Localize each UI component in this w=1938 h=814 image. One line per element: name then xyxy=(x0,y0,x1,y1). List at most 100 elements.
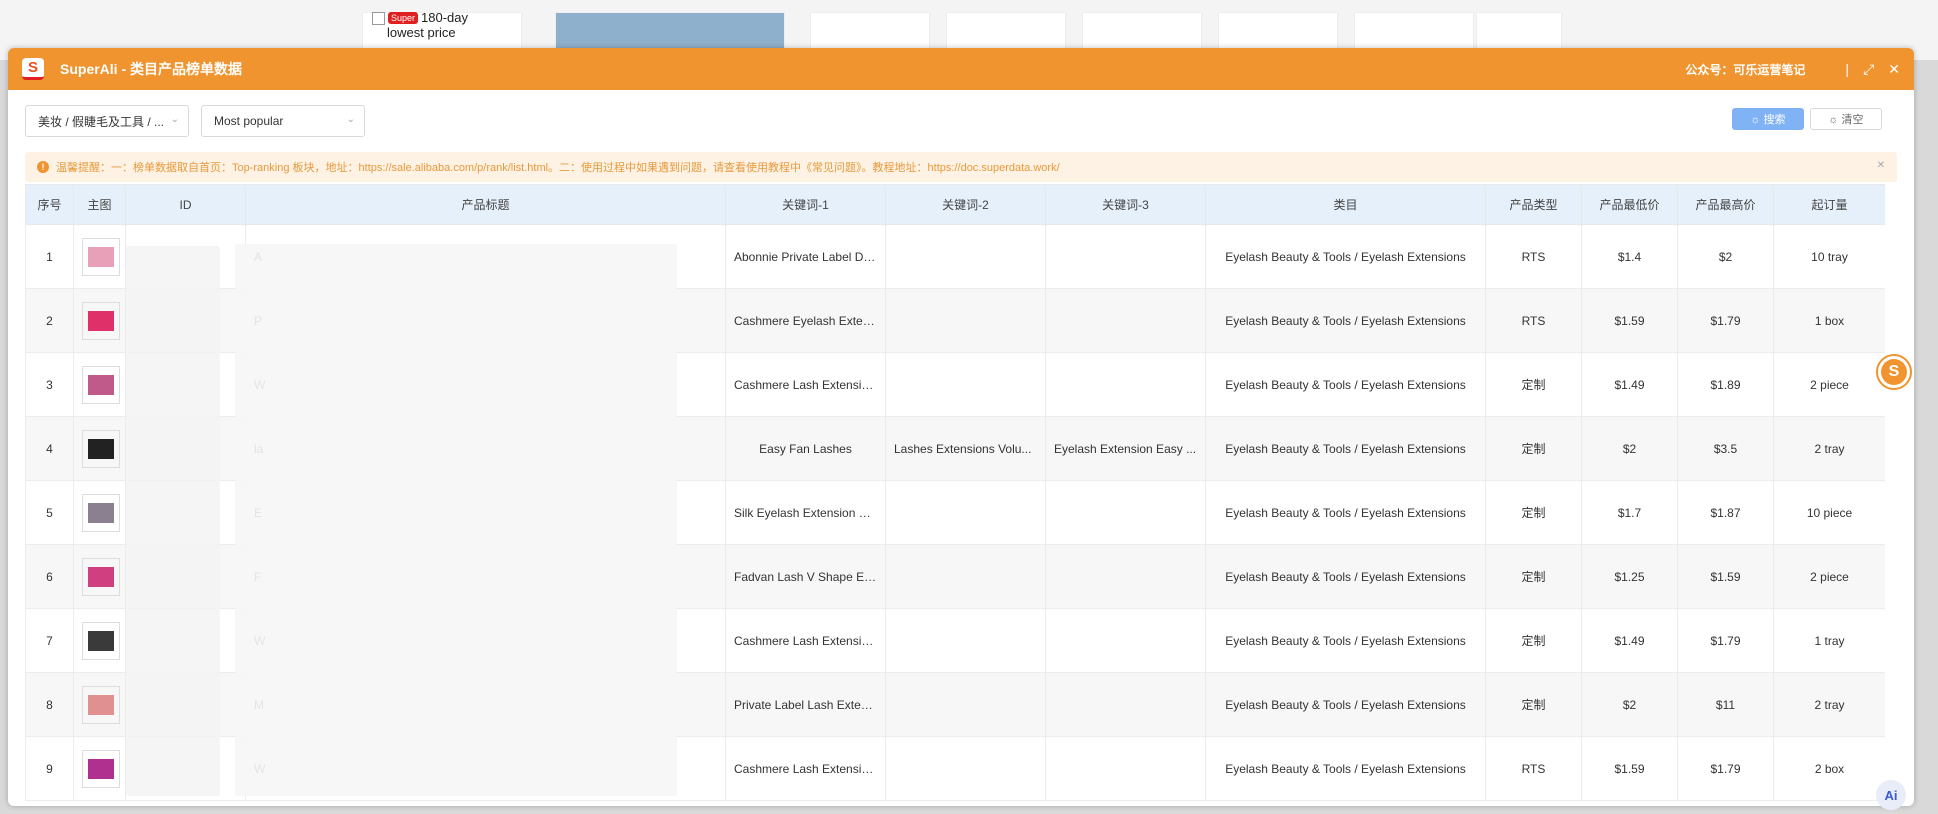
bg-checkbox[interactable] xyxy=(372,12,385,25)
category-cell: Eyelash Beauty & Tools / Eyelash Extensi… xyxy=(1205,224,1486,289)
row-number-cell: 1 xyxy=(25,224,74,289)
product-type-cell: 定制 xyxy=(1485,480,1582,545)
public-account-label: 公众号：可乐运营笔记 xyxy=(1685,62,1806,77)
keyword-1-cell: Private Label Lash Exten... xyxy=(725,672,886,737)
fullscreen-icon[interactable]: ⤢ xyxy=(1863,61,1874,78)
col-header[interactable]: 产品最高价 xyxy=(1677,184,1774,225)
product-image[interactable] xyxy=(82,365,120,404)
product-image[interactable] xyxy=(82,621,120,660)
min-price-cell: $1.25 xyxy=(1581,544,1678,609)
product-image-fill xyxy=(88,374,114,395)
col-header[interactable]: 产品类型 xyxy=(1485,184,1582,225)
product-type-cell: RTS xyxy=(1485,224,1582,289)
category-cell: Eyelash Beauty & Tools / Eyelash Extensi… xyxy=(1205,480,1486,545)
col-header[interactable]: 关键词-2 xyxy=(885,184,1046,225)
product-image[interactable] xyxy=(82,685,120,724)
category-select[interactable]: 美妆 / 假睫毛及工具 / ... ⌄ xyxy=(25,105,189,137)
keyword-3-cell xyxy=(1045,352,1206,417)
product-image[interactable] xyxy=(82,429,120,468)
col-header[interactable]: 序号 xyxy=(25,184,74,225)
product-image[interactable] xyxy=(82,749,120,788)
keyword-1-cell: Cashmere Lash Extensio... xyxy=(725,352,886,417)
moq-cell: 2 tray xyxy=(1773,416,1885,481)
moq-cell: 2 piece xyxy=(1773,544,1885,609)
keyword-3-cell xyxy=(1045,672,1206,737)
max-price-cell: $2 xyxy=(1677,224,1774,289)
product-image[interactable] xyxy=(82,301,120,340)
category-cell: Eyelash Beauty & Tools / Eyelash Extensi… xyxy=(1205,736,1486,801)
keyword-1-cell: Fadvan Lash V Shape Elli... xyxy=(725,544,886,609)
superali-float-button[interactable]: S xyxy=(1876,354,1912,390)
keyword-2-cell xyxy=(885,352,1046,417)
keyword-1-cell: Easy Fan Lashes xyxy=(725,416,886,481)
keyword-2-cell xyxy=(885,224,1046,289)
product-image-fill xyxy=(88,694,114,715)
keyword-1-cell: Cashmere Lash Extensio... xyxy=(725,736,886,801)
redacted-id-area xyxy=(126,246,220,796)
keyword-2-cell xyxy=(885,672,1046,737)
product-image-fill xyxy=(88,566,114,587)
keyword-3-cell: Eyelash Extension Easy ... xyxy=(1045,416,1206,481)
col-header[interactable]: 类目 xyxy=(1205,184,1486,225)
notice-close-icon[interactable]: ✕ xyxy=(1877,160,1885,171)
category-cell: Eyelash Beauty & Tools / Eyelash Extensi… xyxy=(1205,608,1486,673)
col-header[interactable]: 关键词-3 xyxy=(1045,184,1206,225)
col-header[interactable]: 产品标题 xyxy=(245,184,726,225)
col-header[interactable]: ID xyxy=(125,184,246,225)
product-image[interactable] xyxy=(82,493,120,532)
product-image-fill xyxy=(88,310,114,331)
product-type-cell: 定制 xyxy=(1485,608,1582,673)
keyword-3-cell xyxy=(1045,544,1206,609)
product-image-fill xyxy=(88,502,114,523)
divider-icon: | xyxy=(1845,61,1850,77)
product-image[interactable] xyxy=(82,237,120,276)
chevron-down-icon: ⌄ xyxy=(346,114,355,125)
thumbnail-cell xyxy=(73,416,126,481)
keyword-3-cell xyxy=(1045,608,1206,673)
keyword-3-cell xyxy=(1045,288,1206,353)
moq-cell: 10 tray xyxy=(1773,224,1885,289)
thumbnail-cell xyxy=(73,544,126,609)
min-price-cell: $1.7 xyxy=(1581,480,1678,545)
keyword-1-cell: Silk Eyelash Extension Pr... xyxy=(725,480,886,545)
max-price-cell: $1.79 xyxy=(1677,288,1774,353)
close-icon[interactable]: ✕ xyxy=(1888,61,1900,78)
keyword-2-cell xyxy=(885,288,1046,353)
keyword-3-cell xyxy=(1045,736,1206,801)
redacted-title-area xyxy=(235,244,677,796)
product-type-cell: 定制 xyxy=(1485,416,1582,481)
row-number-cell: 7 xyxy=(25,608,74,673)
category-cell: Eyelash Beauty & Tools / Eyelash Extensi… xyxy=(1205,352,1486,417)
keyword-1-cell: Cashmere Lash Extensio... xyxy=(725,608,886,673)
col-header[interactable]: 关键词-1 xyxy=(725,184,886,225)
keyword-1-cell: Abonnie Private Label Da... xyxy=(725,224,886,289)
moq-cell: 1 box xyxy=(1773,288,1885,353)
moq-cell: 10 piece xyxy=(1773,480,1885,545)
product-type-cell: RTS xyxy=(1485,736,1582,801)
col-header[interactable]: 产品最低价 xyxy=(1581,184,1678,225)
category-cell: Eyelash Beauty & Tools / Eyelash Extensi… xyxy=(1205,544,1486,609)
min-price-cell: $1.4 xyxy=(1581,224,1678,289)
product-type-cell: 定制 xyxy=(1485,544,1582,609)
keyword-2-cell xyxy=(885,544,1046,609)
bg-super-badge: Super xyxy=(388,12,419,24)
notice-banner: ! 温馨提醒：一：榜单数据取自首页：Top-ranking 板块，地址：http… xyxy=(25,152,1897,182)
keyword-2-cell xyxy=(885,480,1046,545)
product-image-fill xyxy=(88,438,114,459)
moq-cell: 2 piece xyxy=(1773,352,1885,417)
row-number-cell: 2 xyxy=(25,288,74,353)
min-price-cell: $1.49 xyxy=(1581,352,1678,417)
window-title: SuperAli - 类目产品榜单数据 xyxy=(60,61,243,77)
product-type-cell: 定制 xyxy=(1485,352,1582,417)
col-header[interactable]: 起订量 xyxy=(1773,184,1885,225)
col-header[interactable]: 主图 xyxy=(73,184,126,225)
product-image[interactable] xyxy=(82,557,120,596)
search-button[interactable]: ☼ 搜索 xyxy=(1732,108,1804,130)
clear-button[interactable]: ☼ 清空 xyxy=(1810,108,1882,130)
row-number-cell: 6 xyxy=(25,544,74,609)
ai-assistant-button[interactable]: Ai xyxy=(1876,780,1906,810)
row-number-cell: 3 xyxy=(25,352,74,417)
category-cell: Eyelash Beauty & Tools / Eyelash Extensi… xyxy=(1205,288,1486,353)
sort-select[interactable]: Most popular ⌄ xyxy=(201,105,365,137)
thumbnail-cell xyxy=(73,224,126,289)
